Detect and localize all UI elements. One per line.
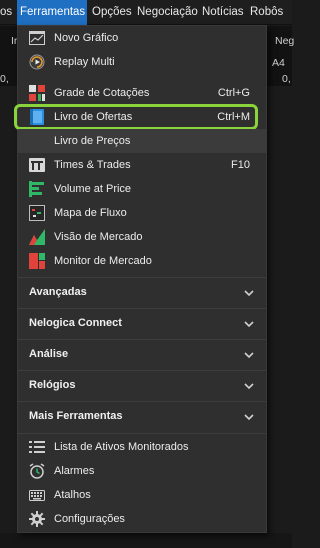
menu-item-shortcut: Ctrl+G [217,87,250,99]
chevron-down-icon [244,412,254,421]
alarm-clock-icon [29,463,45,479]
background-cell: Neg [275,35,295,47]
background-workspace-bottom [0,533,292,548]
menu-item-label: Atalhos [54,489,91,501]
menu-item-label: Volume at Price [54,183,132,195]
menu-item-label: Times & Trades [54,159,131,171]
chevron-down-icon [244,288,254,297]
volume-at-price-icon [29,181,45,197]
menu-item-volume-at-price[interactable]: Volume at Price [18,177,266,201]
section-nelogica-connect[interactable]: Nelogica Connect [18,308,266,339]
background-cell: 0, [0,73,9,85]
menu-item-label: Visão de Mercado [54,231,143,243]
menu-item-label: Configurações [54,513,125,525]
menu-item-grade-de-cotacoes[interactable]: Grade de Cotações Ctrl+G [18,81,266,105]
menu-item-livro-de-ofertas[interactable]: Livro de Ofertas Ctrl+M [18,105,266,129]
menu-item-livro-de-precos[interactable]: Livro de Preços [18,129,266,153]
chevron-down-icon [244,319,254,328]
menu-item-novo-grafico[interactable]: Novo Gráfico [18,26,266,50]
section-label: Avançadas [29,286,87,298]
menu-item-label: Monitor de Mercado [54,255,152,267]
menu-item-label: Livro de Preços [54,135,131,147]
menu-item-label: Novo Gráfico [54,32,119,44]
chevron-down-icon [244,381,254,390]
menu-opcoes[interactable]: Opções [92,0,132,25]
menu-robos[interactable]: Robôs [250,0,283,25]
list-icon [29,439,45,455]
menu-item-atalhos[interactable]: Atalhos [18,483,266,507]
section-analise[interactable]: Análise [18,339,266,370]
section-relogios[interactable]: Relógios [18,370,266,401]
menu-bar: os Ferramentas Opções Negociação Notícia… [0,0,292,25]
background-cell: A4 [272,57,285,69]
times-trades-icon [29,157,45,173]
menu-item-label: Alarmes [54,465,95,477]
menu-item-shortcut: F10 [231,159,250,171]
chevron-down-icon [244,350,254,359]
section-mais-ferramentas[interactable]: Mais Ferramentas [18,401,266,432]
menu-item-label: Replay Multi [54,56,115,68]
gear-icon [29,511,45,527]
menu-item-visao-de-mercado[interactable]: Visão de Mercado [18,225,266,249]
keyboard-icon [29,487,45,503]
menu-negociacao[interactable]: Negociação [137,0,198,25]
background-cell: 0, [282,73,291,85]
menu-item-label: Mapa de Fluxo [54,207,127,219]
menu-separator [18,433,266,434]
menu-item-label: Grade de Cotações [54,87,150,99]
market-view-icon [29,229,45,245]
section-label: Análise [29,348,69,360]
menu-item-label: Lista de Ativos Monitorados [54,441,189,453]
menu-ferramentas[interactable]: Ferramentas [17,0,87,25]
menu-item-configuracoes[interactable]: Configurações [18,507,266,531]
chart-window-icon [29,30,45,46]
replay-icon [29,54,45,70]
menu-item-monitor-de-mercado[interactable]: Monitor de Mercado [18,249,266,273]
menu-item-alarmes[interactable]: Alarmes [18,459,266,483]
section-label: Relógios [29,379,76,391]
menu-noticias[interactable]: Notícias [202,0,244,25]
menu-tools-partial[interactable]: os [0,0,12,25]
flow-map-icon [29,205,45,221]
menu-item-lista-de-ativos[interactable]: Lista de Ativos Monitorados [18,435,266,459]
menu-item-mapa-de-fluxo[interactable]: Mapa de Fluxo [18,201,266,225]
section-label: Mais Ferramentas [29,410,123,422]
ferramentas-dropdown: Novo Gráfico Replay Multi Grade de Cotaç… [14,25,267,533]
quote-grid-icon [29,85,45,101]
order-book-icon [29,109,45,125]
section-avancadas[interactable]: Avançadas [18,277,266,308]
menu-item-times-trades[interactable]: Times & Trades F10 [18,153,266,177]
menu-item-shortcut: Ctrl+M [217,111,250,123]
menu-item-label: Livro de Ofertas [54,111,133,123]
section-label: Nelogica Connect [29,317,122,329]
menu-item-replay-multi[interactable]: Replay Multi [18,50,266,74]
market-monitor-icon [29,253,45,269]
